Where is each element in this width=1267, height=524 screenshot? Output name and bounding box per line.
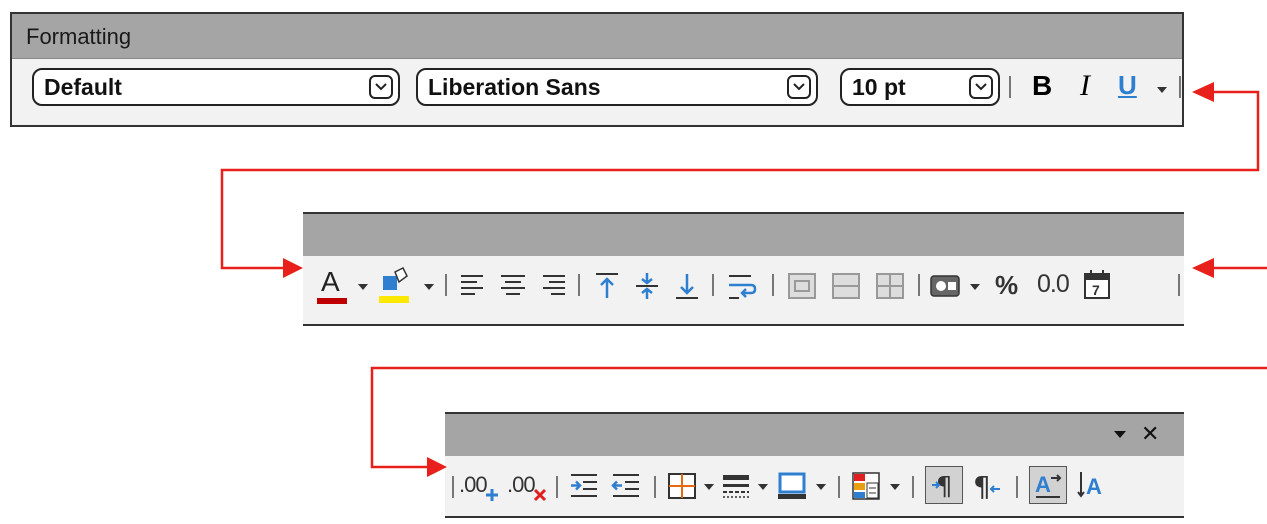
unmerge-cells-icon[interactable]: [875, 272, 905, 300]
separator: [712, 274, 714, 296]
borders-dropdown-icon[interactable]: [704, 484, 714, 490]
font-color-icon[interactable]: A: [317, 266, 347, 306]
separator: [912, 476, 914, 498]
delete-decimal-place-icon[interactable]: .00: [507, 468, 547, 504]
text-horizontal-icon: A: [1035, 472, 1062, 498]
merge-center-cells-icon[interactable]: [787, 272, 817, 300]
underline-dropdown-icon[interactable]: [1157, 87, 1167, 93]
conditional-format-dropdown-icon[interactable]: [890, 484, 900, 490]
svg-text:A: A: [1035, 472, 1051, 497]
border-color-dropdown-icon[interactable]: [816, 484, 826, 490]
paragraph-style-combo[interactable]: Default: [32, 68, 400, 106]
chevron-down-icon[interactable]: [969, 75, 993, 99]
toolbar-title: Formatting: [26, 24, 132, 49]
border-style-icon[interactable]: [721, 472, 751, 500]
date-format-icon[interactable]: 7: [1083, 268, 1113, 300]
align-center-icon[interactable]: [499, 272, 527, 300]
separator: [918, 274, 920, 296]
font-size-value: 10 pt: [852, 73, 906, 100]
toolbar-titlebar[interactable]: Formatting: [12, 14, 1182, 59]
increase-indent-icon[interactable]: [569, 472, 599, 500]
toolbar-titlebar[interactable]: ✕: [445, 414, 1184, 456]
borders-icon[interactable]: [667, 472, 697, 500]
wrap-text-icon[interactable]: [727, 271, 757, 301]
formatting-toolbar: Formatting Default Liberation Sans 10 pt…: [10, 12, 1184, 127]
font-color-dropdown-icon[interactable]: [358, 284, 368, 290]
align-right-icon[interactable]: [539, 272, 567, 300]
percent-format-button[interactable]: %: [995, 270, 1018, 301]
border-color-icon[interactable]: [777, 472, 807, 500]
font-size-combo[interactable]: 10 pt: [840, 68, 1000, 106]
highlight-color-icon[interactable]: [379, 266, 411, 306]
currency-format-icon[interactable]: [929, 272, 961, 300]
border-style-dropdown-icon[interactable]: [758, 484, 768, 490]
font-name-value: Liberation Sans: [428, 73, 601, 100]
paragraph-style-value: Default: [44, 73, 122, 100]
highlight-dropdown-icon[interactable]: [424, 284, 434, 290]
separator: [1009, 76, 1011, 98]
svg-text:A: A: [1086, 474, 1102, 499]
currency-dropdown-icon[interactable]: [970, 284, 980, 290]
separator: [838, 476, 840, 498]
separator: [1016, 476, 1018, 498]
align-top-icon[interactable]: [593, 271, 621, 301]
paragraph-rtl-icon[interactable]: ¶: [971, 469, 1003, 501]
chevron-down-icon[interactable]: [787, 75, 811, 99]
separator: [578, 274, 580, 296]
separator: [772, 274, 774, 296]
separator: [452, 476, 454, 498]
merge-cells-icon[interactable]: [831, 272, 861, 300]
left-to-right-button[interactable]: ¶: [925, 466, 963, 504]
separator: [1178, 274, 1180, 296]
italic-button[interactable]: I: [1080, 69, 1090, 103]
svg-text:¶: ¶: [973, 470, 991, 501]
formatting-toolbar-part3: ✕ .00 .00 ¶ ¶ A A: [445, 412, 1184, 518]
svg-text:7: 7: [1092, 282, 1100, 298]
text-vertical-icon[interactable]: A: [1075, 469, 1107, 501]
separator: [445, 274, 447, 296]
paragraph-ltr-icon: ¶: [932, 472, 953, 499]
align-bottom-icon[interactable]: [673, 271, 701, 301]
separator: [654, 476, 656, 498]
conditional-format-icon[interactable]: [851, 471, 881, 501]
add-decimal-place-icon[interactable]: .00: [459, 468, 499, 504]
separator: [1179, 76, 1181, 98]
close-icon[interactable]: ✕: [1141, 422, 1159, 447]
align-left-icon[interactable]: [459, 272, 487, 300]
underline-button[interactable]: U: [1118, 70, 1137, 101]
decrease-indent-icon[interactable]: [611, 472, 641, 500]
font-name-combo[interactable]: Liberation Sans: [416, 68, 818, 106]
text-direction-horizontal-button[interactable]: A: [1029, 466, 1067, 504]
bold-button[interactable]: B: [1032, 70, 1052, 102]
number-format-button[interactable]: 0.0: [1037, 270, 1070, 299]
toolbar-menu-dropdown-icon[interactable]: [1114, 431, 1126, 438]
toolbar-titlebar[interactable]: [303, 214, 1184, 256]
chevron-down-icon[interactable]: [369, 75, 393, 99]
align-middle-icon[interactable]: [633, 271, 661, 301]
separator: [556, 476, 558, 498]
formatting-toolbar-part2: A % 0.0 7: [303, 212, 1184, 326]
